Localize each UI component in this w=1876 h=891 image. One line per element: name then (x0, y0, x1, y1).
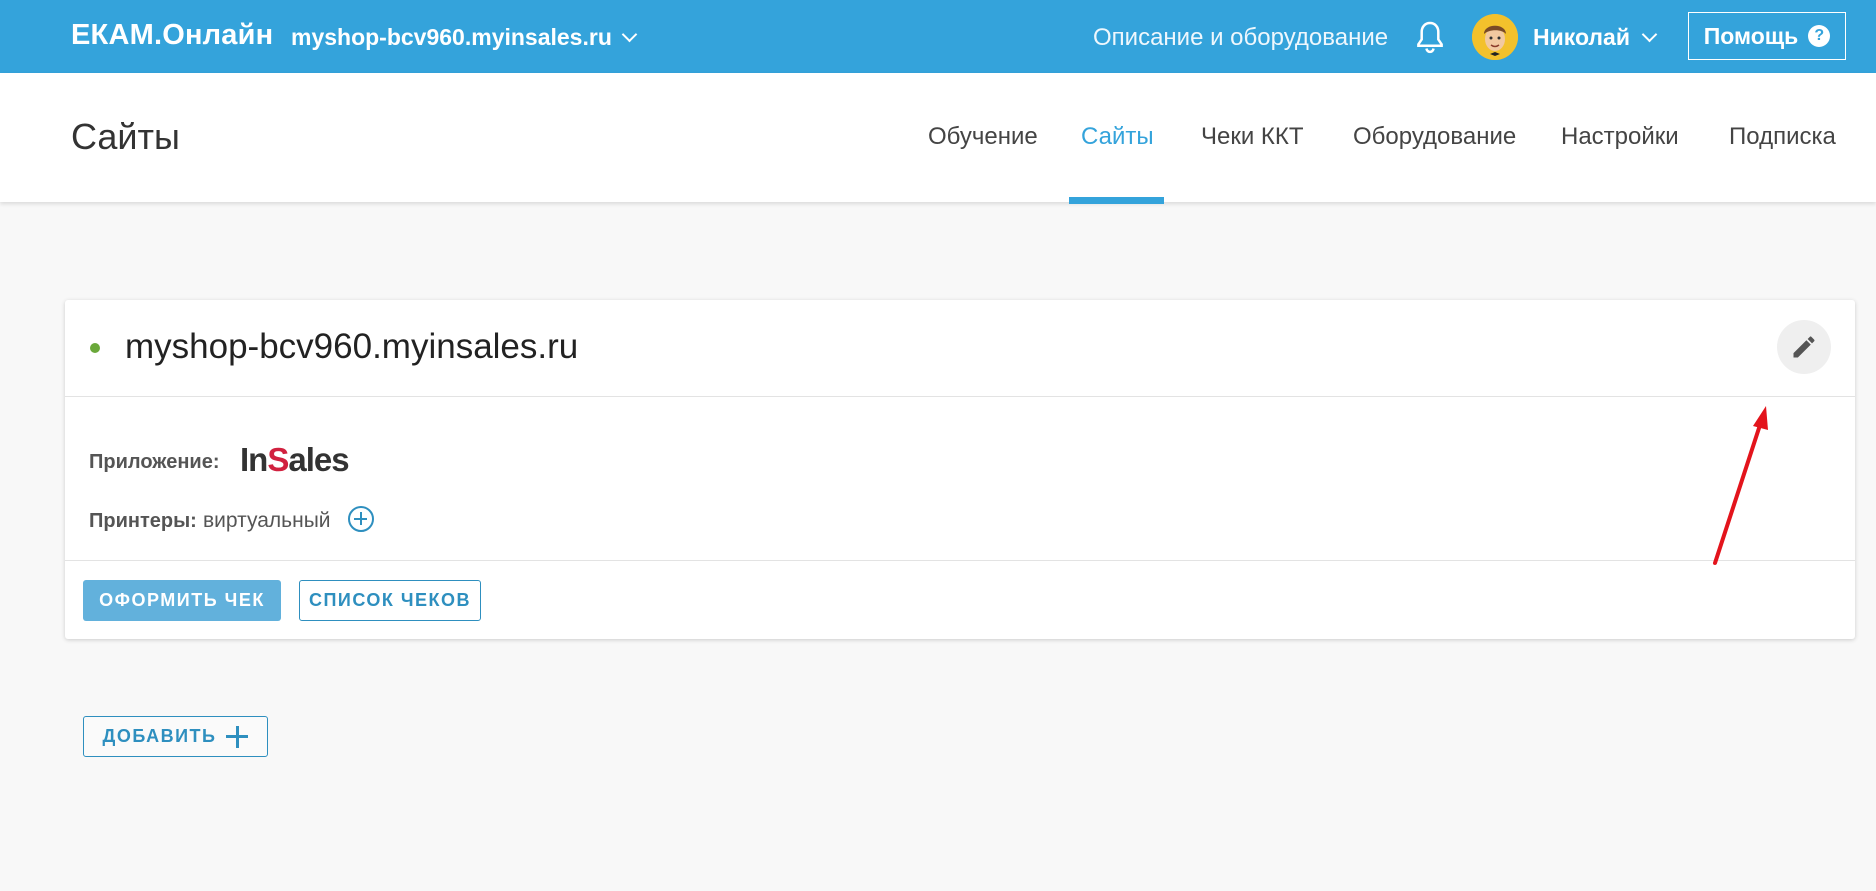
question-icon: ? (1808, 25, 1831, 47)
tab-learning[interactable]: Обучение (928, 123, 1038, 151)
help-label: Помощь (1703, 22, 1799, 49)
tab-sites[interactable]: Сайты (1081, 123, 1154, 151)
tab-equipment[interactable]: Оборудование (1353, 123, 1516, 151)
site-selector-label: myshop-bcv960.myinsales.ru (291, 24, 612, 50)
brand-logo[interactable]: ЕКАМ.Онлайн (71, 19, 273, 52)
site-title: myshop-bcv960.myinsales.ru (125, 327, 579, 366)
chevron-down-icon (1641, 26, 1658, 43)
tab-settings[interactable]: Настройки (1561, 123, 1679, 151)
app-label: Приложение: (89, 451, 220, 473)
card-header: myshop-bcv960.myinsales.ru (65, 300, 1855, 397)
description-link[interactable]: Описание и оборудование (1093, 24, 1388, 52)
top-bar: ЕКАМ.Онлайн myshop-bcv960.myinsales.ru О… (0, 0, 1876, 73)
receipts-list-button[interactable]: СПИСОК ЧЕКОВ (299, 580, 481, 621)
site-card: myshop-bcv960.myinsales.ru Приложение: I… (65, 300, 1855, 639)
create-receipt-button[interactable]: ОФОРМИТЬ ЧЕК (83, 580, 281, 621)
sub-header: Сайты Обучение Сайты Чеки ККТ Оборудован… (0, 73, 1876, 204)
plus-circle-icon[interactable] (348, 506, 374, 532)
chevron-down-icon (621, 26, 638, 43)
printers-value: виртуальный (203, 509, 331, 532)
active-tab-indicator (1069, 197, 1164, 204)
insales-logo: InSales (240, 441, 350, 478)
plus-icon (226, 725, 249, 748)
add-button[interactable]: ДОБАВИТЬ (83, 716, 268, 757)
user-name: Николай (1533, 24, 1630, 50)
card-footer: ОФОРМИТЬ ЧЕК СПИСОК ЧЕКОВ (65, 560, 1855, 640)
tab-receipts[interactable]: Чеки ККТ (1201, 123, 1304, 151)
site-selector[interactable]: myshop-bcv960.myinsales.ru (291, 24, 638, 51)
page-title: Сайты (71, 116, 180, 157)
pencil-icon (1793, 336, 1815, 358)
add-label: ДОБАВИТЬ (102, 726, 217, 746)
avatar[interactable] (1472, 14, 1518, 60)
edit-button[interactable] (1777, 320, 1831, 374)
bell-icon[interactable] (1413, 20, 1447, 56)
printers-label: Принтеры: (89, 510, 197, 532)
user-menu[interactable]: Николай (1533, 24, 1658, 51)
status-dot (90, 343, 100, 353)
tab-subscription[interactable]: Подписка (1729, 123, 1836, 151)
help-button[interactable]: Помощь ? (1688, 12, 1846, 60)
